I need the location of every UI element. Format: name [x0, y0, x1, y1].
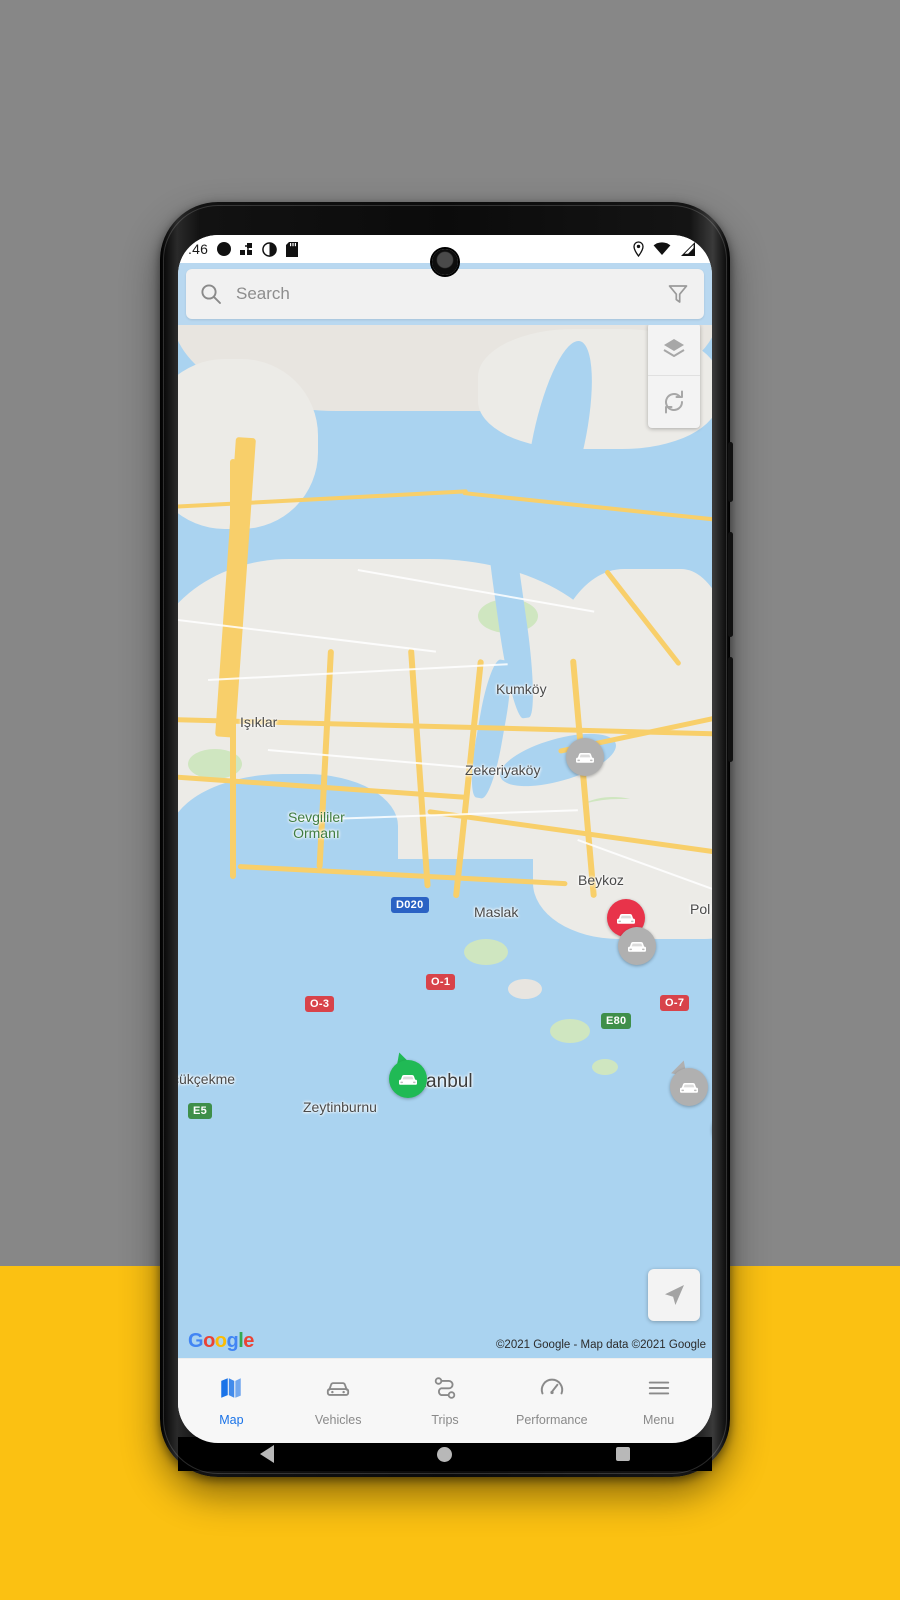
map-place-label-line: Ormanı	[293, 825, 340, 842]
map-road-shield: E5	[188, 1103, 213, 1119]
wifi-icon	[653, 242, 671, 255]
bluetooth-share-icon	[240, 242, 253, 255]
bottom-nav-label: Menu	[642, 1413, 675, 1427]
front-camera-punch-hole	[432, 249, 458, 275]
map-icon[interactable]	[218, 1375, 244, 1406]
map-place-label: Pol	[690, 901, 710, 917]
bottom-nav-item-performance[interactable]: Performance	[498, 1375, 605, 1427]
map-canvas[interactable]: Kumköy Işıklar Zekeriyaköy Sevgililer Ormanı…	[178, 319, 712, 1359]
vehicle-marker-circle[interactable]	[566, 738, 604, 776]
bottom-nav-item-map[interactable]: Map	[178, 1375, 285, 1427]
navigation-arrow-icon[interactable]	[660, 1281, 688, 1309]
route-icon[interactable]	[432, 1375, 458, 1406]
search-input[interactable]	[234, 283, 666, 305]
search-icon[interactable]	[200, 283, 222, 305]
bottom-nav-label: Map	[219, 1413, 244, 1427]
hamburger-icon[interactable]	[646, 1375, 672, 1406]
search-bar[interactable]	[186, 269, 704, 319]
bottom-nav-label: Trips	[431, 1413, 459, 1427]
map-place-label-line: Zeytinburnu	[303, 1099, 377, 1115]
bottom-navigation: Map Vehicles Trips Performance Menu	[178, 1358, 712, 1443]
map-road-shield: E80	[601, 1013, 632, 1029]
map-place-label: çükçekme	[178, 1071, 235, 1087]
triangle-back-icon[interactable]	[259, 1445, 274, 1463]
map-attribution: ©2021 Google - Map data ©2021 Google	[495, 1339, 706, 1351]
map-controls-panel	[648, 323, 700, 428]
location-pin-icon	[633, 241, 644, 257]
signal-bars-icon	[681, 242, 695, 256]
power-button[interactable]	[728, 442, 733, 502]
bottom-nav-item-menu[interactable]: Menu	[605, 1375, 712, 1427]
status-bar-right	[632, 241, 698, 257]
sd-card-icon	[286, 241, 299, 257]
black-dot-icon	[217, 242, 232, 256]
filter-funnel-icon[interactable]	[666, 282, 690, 306]
google-logo: Google	[188, 1330, 254, 1352]
bottom-nav-label: Performance	[516, 1413, 588, 1427]
bottom-nav-item-trips[interactable]: Trips	[392, 1375, 499, 1427]
car-icon[interactable]	[325, 1375, 351, 1406]
my-location-button[interactable]	[648, 1269, 700, 1321]
map-place-label: Zeytinburnu	[303, 1099, 377, 1115]
square-recents-icon[interactable]	[616, 1447, 631, 1461]
map-layers-button[interactable]	[648, 323, 700, 375]
map-place-label-line: Kumköy	[496, 681, 547, 697]
vehicle-marker-circle[interactable]	[618, 927, 656, 965]
brightness-icon	[262, 241, 277, 257]
map-place-label-line: Işıklar	[240, 714, 278, 730]
vehicle-marker-circle[interactable]	[389, 1060, 427, 1098]
layers-icon[interactable]	[661, 336, 687, 362]
map-place-label: Sevgililer Ormanı	[288, 809, 345, 841]
bottom-nav-item-vehicles[interactable]: Vehicles	[285, 1375, 392, 1427]
map-place-label-line: Maslak	[474, 904, 519, 920]
map-place-label-line: Pol	[690, 901, 711, 917]
map-road-shield: O-7	[660, 995, 690, 1011]
map-overlay: Kumköy Işıklar Zekeriyaköy Sevgililer Ormanı…	[178, 319, 712, 1359]
speedometer-icon[interactable]	[539, 1375, 565, 1406]
map-place-label-line: Zekeriyaköy	[465, 762, 541, 778]
map-place-label: Zekeriyaköy	[465, 762, 540, 778]
map-road-shield: O-1	[426, 974, 456, 990]
status-time: .46	[188, 241, 209, 257]
circle-home-icon[interactable]	[437, 1446, 453, 1462]
status-bar-left: .46	[188, 241, 299, 257]
map-refresh-button[interactable]	[648, 375, 700, 428]
volume-up-button[interactable]	[728, 532, 733, 637]
map-place-label-line: çükçekme	[178, 1071, 236, 1087]
map-place-label: Işıklar	[240, 714, 277, 730]
map-place-label-line: Sevgililer	[288, 809, 345, 825]
map-road-shield: D020	[391, 897, 429, 913]
map-place-label: Kumköy	[496, 681, 547, 697]
map-place-label: Beykoz	[578, 872, 624, 888]
vehicle-marker-circle[interactable]	[670, 1068, 708, 1106]
phone-device: .46 Search Kumköy Işıklar Zekeriyaköy Se…	[160, 202, 733, 1477]
phone-screen: .46 Search Kumköy Işıklar Zekeriyaköy Se…	[178, 235, 712, 1443]
map-place-label: Maslak	[474, 904, 518, 920]
volume-down-button[interactable]	[728, 657, 733, 762]
refresh-icon[interactable]	[661, 389, 687, 415]
map-place-label-line: Beykoz	[578, 872, 624, 888]
bottom-nav-label: Vehicles	[314, 1413, 362, 1427]
map-road-shield: O-3	[305, 996, 335, 1012]
